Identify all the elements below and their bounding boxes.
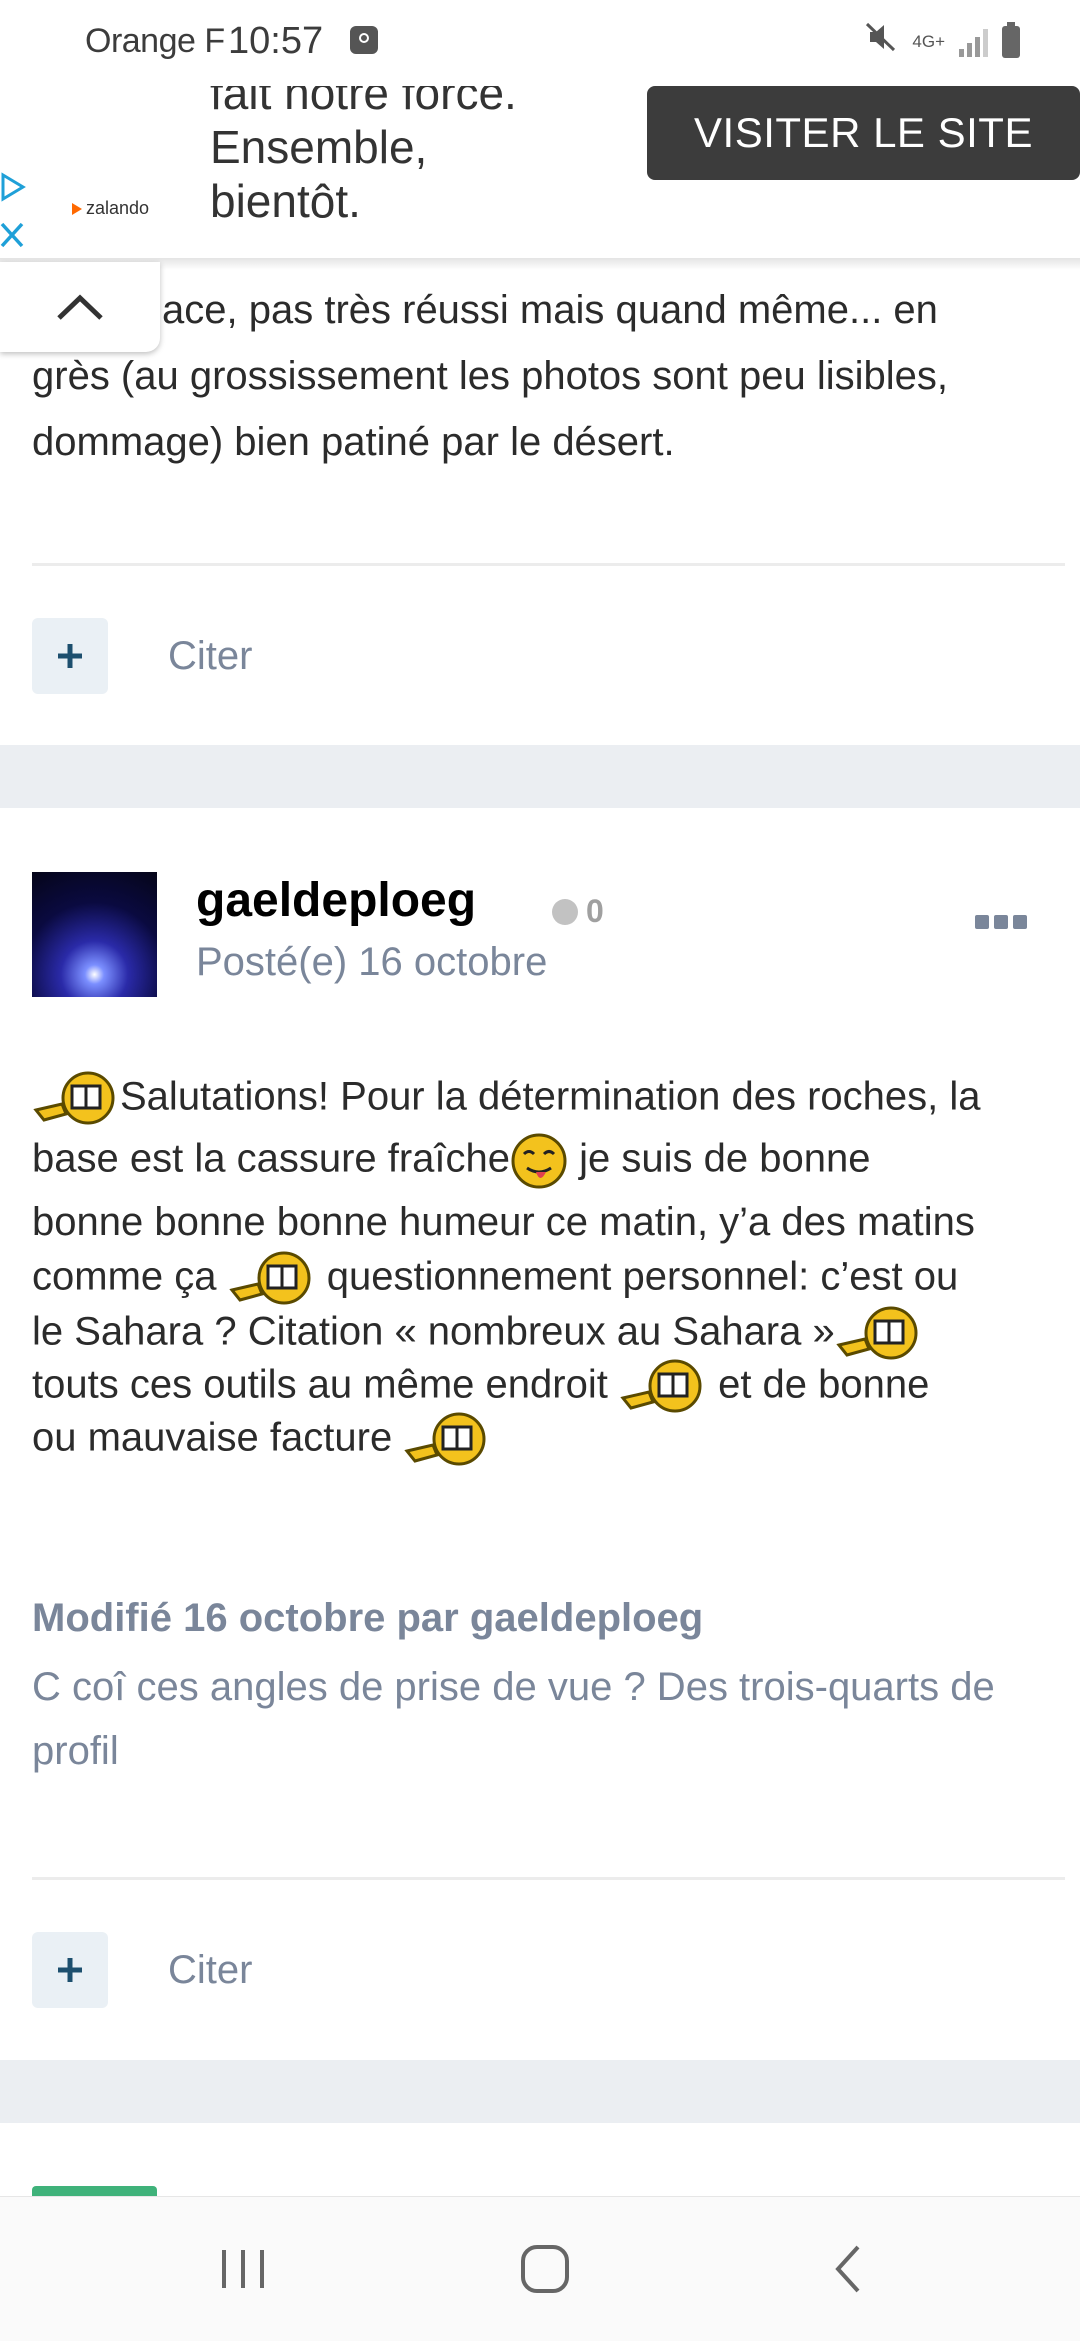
- pointing-emoji-icon: [228, 1251, 311, 1305]
- post-line: touts ces outils au même endroit et de b…: [32, 1358, 929, 1416]
- reputation-count: 0: [586, 893, 604, 929]
- status-icons: 4G+: [864, 22, 1020, 62]
- previous-post-line: dommage) bien patiné par le désert.: [32, 420, 675, 464]
- clock-time: 10:57: [228, 20, 324, 62]
- author-avatar[interactable]: [32, 872, 157, 997]
- pointing-emoji-icon: [620, 1359, 702, 1413]
- mute-icon: [864, 20, 898, 65]
- post-text: comme ça: [32, 1254, 228, 1299]
- plus-icon: [58, 644, 82, 668]
- post-separator: [0, 745, 1080, 808]
- back-icon: [835, 2245, 860, 2293]
- scroll-to-top-button[interactable]: [0, 262, 160, 352]
- more-options-button[interactable]: [975, 915, 1027, 929]
- ad-text-line: Ensemble,: [210, 121, 428, 173]
- post-text: et de bonne: [706, 1362, 930, 1407]
- signal-icon: [959, 27, 988, 57]
- ad-close-icon[interactable]: [0, 220, 26, 250]
- post-text: je suis de bonne: [568, 1136, 871, 1181]
- post-line: ou mauvaise facture: [32, 1411, 491, 1469]
- system-navigation-bar: [0, 2196, 1080, 2341]
- post-line: Salutations! Pour la détermination des r…: [32, 1070, 981, 1128]
- next-post-avatar: [32, 2186, 157, 2196]
- post-separator: [0, 2060, 1080, 2123]
- ad-text-line: fait notre force.: [210, 86, 517, 119]
- carrier-label: Orange F: [85, 22, 225, 60]
- ad-text-line: bientôt.: [210, 175, 361, 227]
- battery-icon: [1002, 22, 1020, 58]
- post-text: base est la cassure fraîche: [32, 1136, 511, 1181]
- back-button[interactable]: [768, 2197, 928, 2341]
- ad-choices-icon[interactable]: [0, 172, 26, 202]
- zalando-logo: zalando: [72, 198, 149, 219]
- tongue-emoji-icon: [511, 1133, 567, 1189]
- ad-divider: [0, 258, 1080, 270]
- post-text: touts ces outils au même endroit: [32, 1362, 619, 1407]
- post-date[interactable]: Posté(e) 16 octobre: [196, 940, 547, 985]
- reputation-dot-icon: [552, 898, 578, 925]
- reputation-badge: 0: [552, 893, 604, 930]
- alarm-icon: [350, 26, 378, 54]
- pointing-emoji-icon: [836, 1306, 918, 1360]
- previous-post-line: ace, pas très réussi mais quand même... …: [162, 288, 938, 332]
- pointing-emoji-icon: [33, 1071, 115, 1125]
- visit-site-button[interactable]: VISITER LE SITE: [647, 86, 1080, 180]
- divider: [32, 563, 1065, 566]
- ad-brand: zalando: [86, 198, 150, 218]
- post-text: questionnement personnel: c’est ou: [315, 1254, 959, 1299]
- divider: [32, 1877, 1065, 1880]
- previous-post-line: grès (au grossissement les photos sont p…: [32, 354, 949, 398]
- previous-post-actions: Citer: [32, 618, 252, 694]
- post-line: comme ça questionnement personnel: c’est…: [32, 1250, 958, 1308]
- post-actions: Citer: [32, 1932, 252, 2008]
- post-text: le Sahara ? Citation « nombreux au Sahar…: [32, 1309, 835, 1354]
- pointing-emoji-icon: [404, 1412, 486, 1466]
- home-icon: [521, 2245, 569, 2293]
- edit-reason: C coî ces angles de prise de vue ? Des t…: [32, 1665, 995, 1773]
- home-button[interactable]: [465, 2197, 625, 2341]
- recent-apps-icon: [222, 2250, 264, 2288]
- plus-icon: [58, 1958, 82, 1982]
- ad-text: fait notre force. Ensemble, bientôt.: [210, 86, 517, 228]
- post-text: bonne bonne bonne humeur ce matin, y’a d…: [32, 1200, 975, 1244]
- post-text: ou mauvaise facture: [32, 1415, 404, 1460]
- chevron-up-icon: [57, 294, 103, 320]
- ad-banner[interactable]: zalando fait notre force. Ensemble, bien…: [0, 86, 1080, 258]
- add-reaction-button[interactable]: [32, 618, 108, 694]
- status-bar: Orange F 10:57 4G+: [0, 0, 1080, 86]
- add-reaction-button[interactable]: [32, 1932, 108, 2008]
- post-line: le Sahara ? Citation « nombreux au Sahar…: [32, 1305, 923, 1363]
- post-line: base est la cassure fraîche je suis de b…: [32, 1132, 870, 1190]
- author-name[interactable]: gaeldeploeg: [196, 873, 476, 928]
- network-type: 4G+: [912, 32, 945, 51]
- post-line: bonne bonne bonne humeur ce matin, y’a d…: [32, 1200, 975, 1245]
- post-text: Salutations! Pour la détermination des r…: [120, 1074, 981, 1119]
- quote-button[interactable]: Citer: [168, 634, 252, 679]
- previous-post-text: ace, pas très réussi mais quand même... …: [32, 277, 1052, 475]
- edit-notice: Modifié 16 octobre par gaeldeploeg: [32, 1596, 704, 1640]
- recent-apps-button[interactable]: [163, 2197, 323, 2341]
- quote-button[interactable]: Citer: [168, 1948, 252, 1993]
